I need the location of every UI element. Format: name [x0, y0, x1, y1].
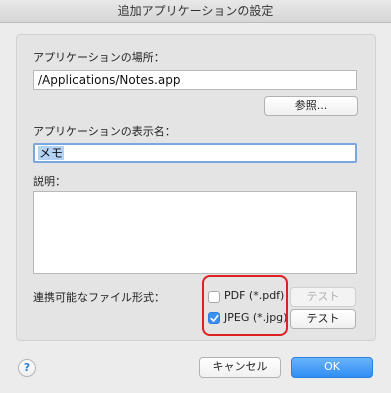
window-title: 追加アプリケーションの設定 [0, 0, 391, 23]
browse-button[interactable]: 参照... [264, 96, 358, 116]
description-textarea[interactable] [33, 191, 357, 274]
description-label: 説明： [33, 175, 66, 188]
display-name-label: アプリケーションの表示名： [33, 125, 176, 138]
display-name-field[interactable]: メモ [33, 143, 357, 163]
cancel-button[interactable]: キャンセル [199, 357, 281, 378]
settings-dialog: 追加アプリケーションの設定 アプリケーションの場所： /Applications… [0, 0, 391, 393]
help-button[interactable]: ? [18, 359, 36, 377]
file-formats-label: 連携可能なファイル形式： [33, 291, 165, 304]
ok-button[interactable]: OK [291, 357, 373, 378]
app-location-label: アプリケーションの場所： [33, 51, 165, 64]
annotation-highlight [202, 275, 288, 336]
pdf-test-button[interactable]: テスト [290, 287, 356, 307]
jpeg-test-button[interactable]: テスト [290, 309, 356, 329]
app-location-field[interactable]: /Applications/Notes.app [33, 70, 357, 90]
display-name-value: メモ [38, 146, 65, 160]
